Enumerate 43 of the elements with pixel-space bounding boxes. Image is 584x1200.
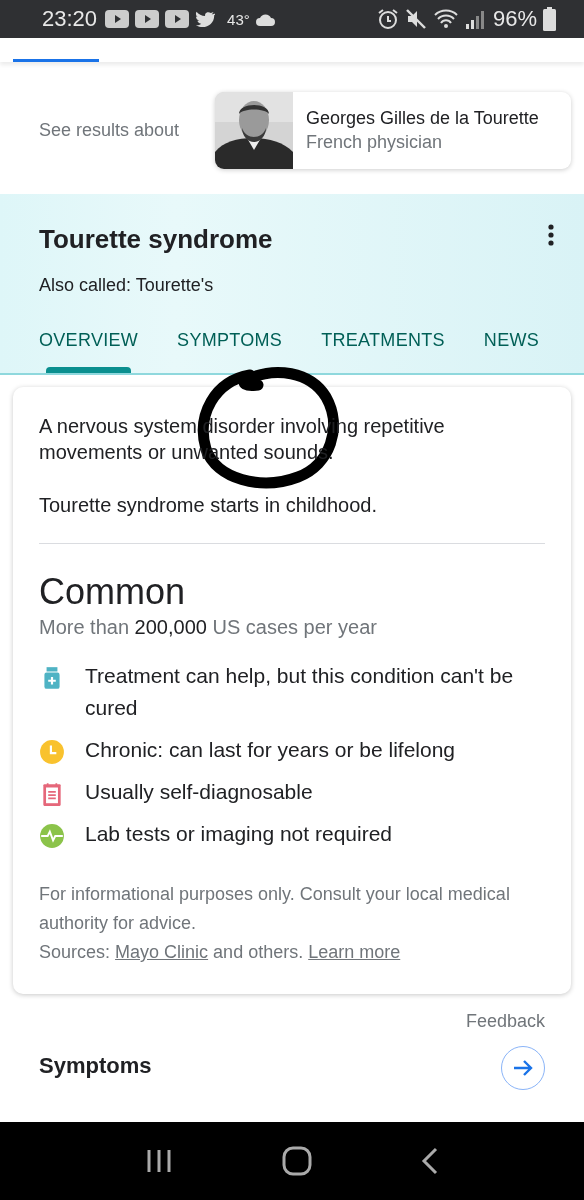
section-heading: Symptoms <box>39 1053 152 1079</box>
prevalence-heading: Common <box>39 572 187 612</box>
panel-tab[interactable]: NEWS <box>483 330 540 373</box>
battery-level: 96% <box>492 6 537 32</box>
disclaimer-text: For informational purposes only. Consult your local medical authority for advice. <box>39 883 511 935</box>
clock-icon <box>39 739 65 765</box>
back-button[interactable] <box>421 1147 440 1175</box>
fact-text: Lab tests or imaging not required <box>85 821 392 847</box>
pulse-icon <box>39 823 65 849</box>
sources-text: Sources: Mayo Clinic and others. Learn more <box>39 941 402 964</box>
cloud-icon <box>255 12 278 26</box>
alarm-icon <box>376 8 399 30</box>
wifi-icon <box>432 8 459 30</box>
fact-text: Usually self-diagnosable <box>85 779 313 805</box>
entity-description: French physician <box>306 132 444 153</box>
temperature: 43° <box>227 10 250 28</box>
fact-text: Chronic: can last for years or be lifelong <box>85 737 455 763</box>
next-arrow-button[interactable] <box>501 1046 545 1090</box>
play-icon <box>165 10 190 28</box>
feedback-link[interactable]: Feedback <box>465 1011 545 1032</box>
panel-tab[interactable]: SYMPTOMS <box>177 330 283 373</box>
source-link[interactable]: Mayo Clinic <box>115 942 209 962</box>
home-button[interactable] <box>282 1146 312 1176</box>
onset-text: Tourette syndrome starts in childhood. <box>39 494 378 517</box>
fact-text: Treatment can help, but this condition can't be cured <box>85 663 515 721</box>
entity-name: Georges Gilles de la Tourette <box>306 108 539 129</box>
cases-text: More than 200,000 US cases per year <box>39 616 378 639</box>
panel-tab[interactable]: OVERVIEW <box>39 330 139 373</box>
play-icon <box>105 10 130 28</box>
learn-more-link[interactable]: Learn more <box>308 942 401 962</box>
arrow-icon <box>513 1059 533 1077</box>
entity-card[interactable]: Georges Gilles de la Tourette French physician <box>215 92 571 169</box>
panel-title: Tourette syndrome <box>39 224 273 255</box>
see-results-label: See results about <box>39 120 180 141</box>
also-called-text: Also called: Tourette's <box>39 275 215 296</box>
more-options-icon[interactable] <box>548 224 554 246</box>
clock-time: 23:20 <box>42 6 98 32</box>
mute-icon <box>404 8 427 30</box>
panel-tab[interactable]: TREATMENTS <box>321 330 445 373</box>
battery-icon <box>543 7 556 31</box>
signal-icon <box>464 9 487 29</box>
bird-icon <box>195 10 216 28</box>
play-icon <box>135 10 160 28</box>
